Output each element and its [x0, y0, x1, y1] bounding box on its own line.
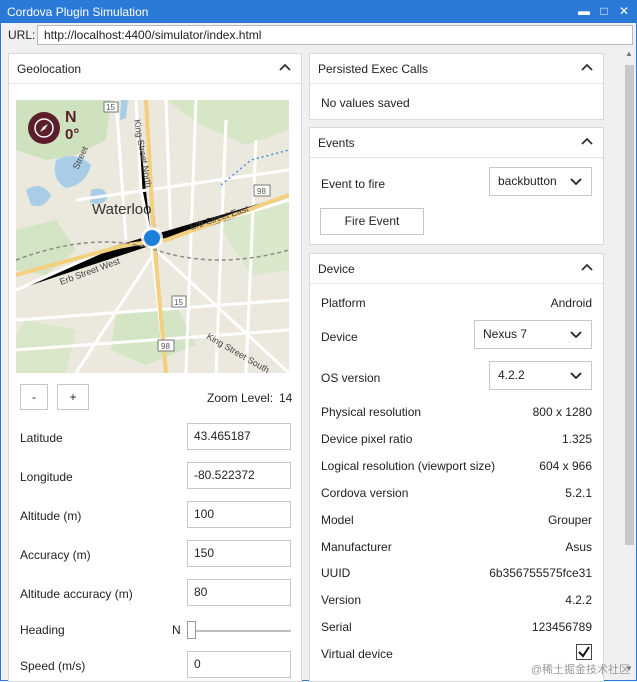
serial-label: Serial — [321, 620, 352, 634]
url-label: URL: — [8, 28, 36, 42]
window-title: Cordova Plugin Simulation — [7, 5, 149, 19]
os-version-select-value: 4.2.2 — [498, 368, 525, 382]
logical-resolution-label: Logical resolution (viewport size) — [321, 459, 496, 473]
checkmark-icon — [578, 646, 590, 658]
chevron-down-icon — [570, 178, 582, 186]
city-label: Waterloo — [92, 201, 151, 218]
accuracy-input[interactable]: 150 — [187, 540, 291, 567]
persisted-exec-panel: Persisted Exec Calls No values saved — [309, 53, 604, 120]
route-number: 15 — [174, 298, 183, 307]
device-header[interactable]: Device — [310, 254, 603, 284]
minimize-icon[interactable]: ▬ — [576, 3, 592, 19]
chevron-up-icon[interactable] — [277, 59, 293, 75]
chevron-up-icon[interactable] — [579, 259, 595, 275]
compass-widget[interactable] — [28, 112, 60, 144]
watermark: @稀土掘金技术社区 — [530, 664, 630, 676]
logical-resolution-value: 604 x 966 — [539, 459, 592, 473]
content-area: Geolocation 98 15 98 15 Erb Street East … — [1, 47, 622, 682]
panel-title: Persisted Exec Calls — [318, 62, 429, 76]
compass-degrees: 0° — [65, 126, 80, 143]
physical-resolution-value: 800 x 1280 — [532, 405, 592, 419]
compass-icon — [34, 118, 54, 138]
accuracy-label: Accuracy (m) — [20, 548, 91, 562]
device-pixel-ratio-value: 1.325 — [561, 432, 592, 446]
event-select[interactable]: backbutton — [489, 167, 592, 196]
serial-value: 123456789 — [531, 620, 592, 634]
zoom-in-button[interactable]: + — [57, 384, 89, 410]
event-to-fire-label: Event to fire — [321, 177, 386, 191]
device-pixel-ratio-label: Device pixel ratio — [321, 432, 413, 446]
uuid-label: UUID — [321, 566, 351, 580]
manufacturer-value: Asus — [565, 540, 592, 554]
model-label: Model — [321, 513, 354, 527]
url-input[interactable]: http://localhost:4400/simulator/index.ht… — [37, 25, 633, 45]
scroll-up-icon[interactable]: ▲ — [622, 49, 636, 63]
speed-label: Speed (m/s) — [20, 659, 86, 673]
no-values-text: No values saved — [321, 96, 410, 110]
cordova-version-value: 5.2.1 — [565, 486, 592, 500]
version-label: Version — [321, 593, 362, 607]
panel-title: Geolocation — [17, 62, 82, 76]
route-number: 15 — [106, 103, 115, 112]
cordova-version-label: Cordova version — [321, 486, 409, 500]
longitude-label: Longitude — [20, 470, 73, 484]
heading-slider-thumb[interactable] — [187, 621, 196, 639]
event-select-value: backbutton — [498, 174, 557, 188]
events-panel: Events Event to fire backbutton Fire Eve… — [309, 127, 604, 245]
platform-label: Platform — [321, 296, 366, 310]
zoom-level-label: Zoom Level: — [207, 391, 274, 405]
panel-title: Events — [318, 136, 355, 150]
zoom-level-value: 14 — [279, 391, 293, 405]
os-version-label: OS version — [321, 371, 381, 385]
version-value: 4.2.2 — [565, 593, 592, 607]
chevron-up-icon[interactable] — [579, 133, 595, 149]
physical-resolution-label: Physical resolution — [321, 405, 422, 419]
virtual-device-checkbox[interactable] — [576, 644, 592, 660]
altitude-accuracy-input[interactable]: 80 — [187, 579, 291, 606]
maximize-icon[interactable]: □ — [596, 3, 612, 19]
close-icon[interactable]: ✕ — [616, 3, 632, 19]
url-bar: URL: http://localhost:4400/simulator/ind… — [1, 23, 636, 47]
device-panel: Device Platform Android Device Nexus 7 O… — [309, 253, 604, 682]
route-number: 98 — [257, 187, 266, 196]
latitude-label: Latitude — [20, 431, 63, 445]
model-value: Grouper — [547, 513, 592, 527]
scrollbar-thumb[interactable] — [625, 65, 634, 545]
chevron-up-icon[interactable] — [579, 59, 595, 75]
os-version-select[interactable]: 4.2.2 — [489, 361, 592, 390]
latitude-input[interactable]: 43.465187 — [187, 423, 291, 450]
window-controls: ▬ □ ✕ — [576, 3, 632, 19]
heading-value: N — [172, 623, 181, 637]
manufacturer-label: Manufacturer — [321, 540, 392, 554]
panel-title: Device — [318, 262, 355, 276]
device-select-value: Nexus 7 — [483, 327, 528, 341]
uuid-value: 6b356755575fce31 — [489, 566, 592, 580]
chevron-down-icon — [570, 331, 582, 339]
chevron-down-icon — [570, 372, 582, 380]
altitude-accuracy-label: Altitude accuracy (m) — [20, 587, 133, 601]
route-number: 98 — [161, 342, 170, 351]
device-select[interactable]: Nexus 7 — [474, 320, 592, 349]
longitude-input[interactable]: -80.522372 — [187, 462, 291, 489]
geolocation-panel: Geolocation 98 15 98 15 Erb Street East … — [8, 53, 302, 682]
title-bar: Cordova Plugin Simulation ▬ □ ✕ — [1, 1, 636, 23]
geolocation-header[interactable]: Geolocation — [9, 54, 301, 84]
fire-event-button[interactable]: Fire Event — [320, 208, 424, 235]
zoom-out-button[interactable]: - — [20, 384, 48, 410]
events-header[interactable]: Events — [310, 128, 603, 158]
vertical-scrollbar[interactable]: ▲ ▼ — [622, 47, 636, 680]
heading-label: Heading — [20, 623, 65, 637]
virtual-device-label: Virtual device — [321, 647, 393, 661]
heading-slider-track[interactable] — [187, 630, 291, 632]
location-marker[interactable] — [144, 230, 160, 246]
platform-value: Android — [550, 296, 592, 310]
speed-input[interactable]: 0 — [187, 651, 291, 678]
altitude-input[interactable]: 100 — [187, 501, 291, 528]
persisted-exec-header[interactable]: Persisted Exec Calls — [310, 54, 603, 84]
compass-heading: N — [65, 109, 77, 126]
device-label: Device — [321, 330, 358, 344]
map-view[interactable]: 98 15 98 15 Erb Street East Erb Street W… — [16, 100, 289, 373]
altitude-label: Altitude (m) — [20, 509, 82, 523]
